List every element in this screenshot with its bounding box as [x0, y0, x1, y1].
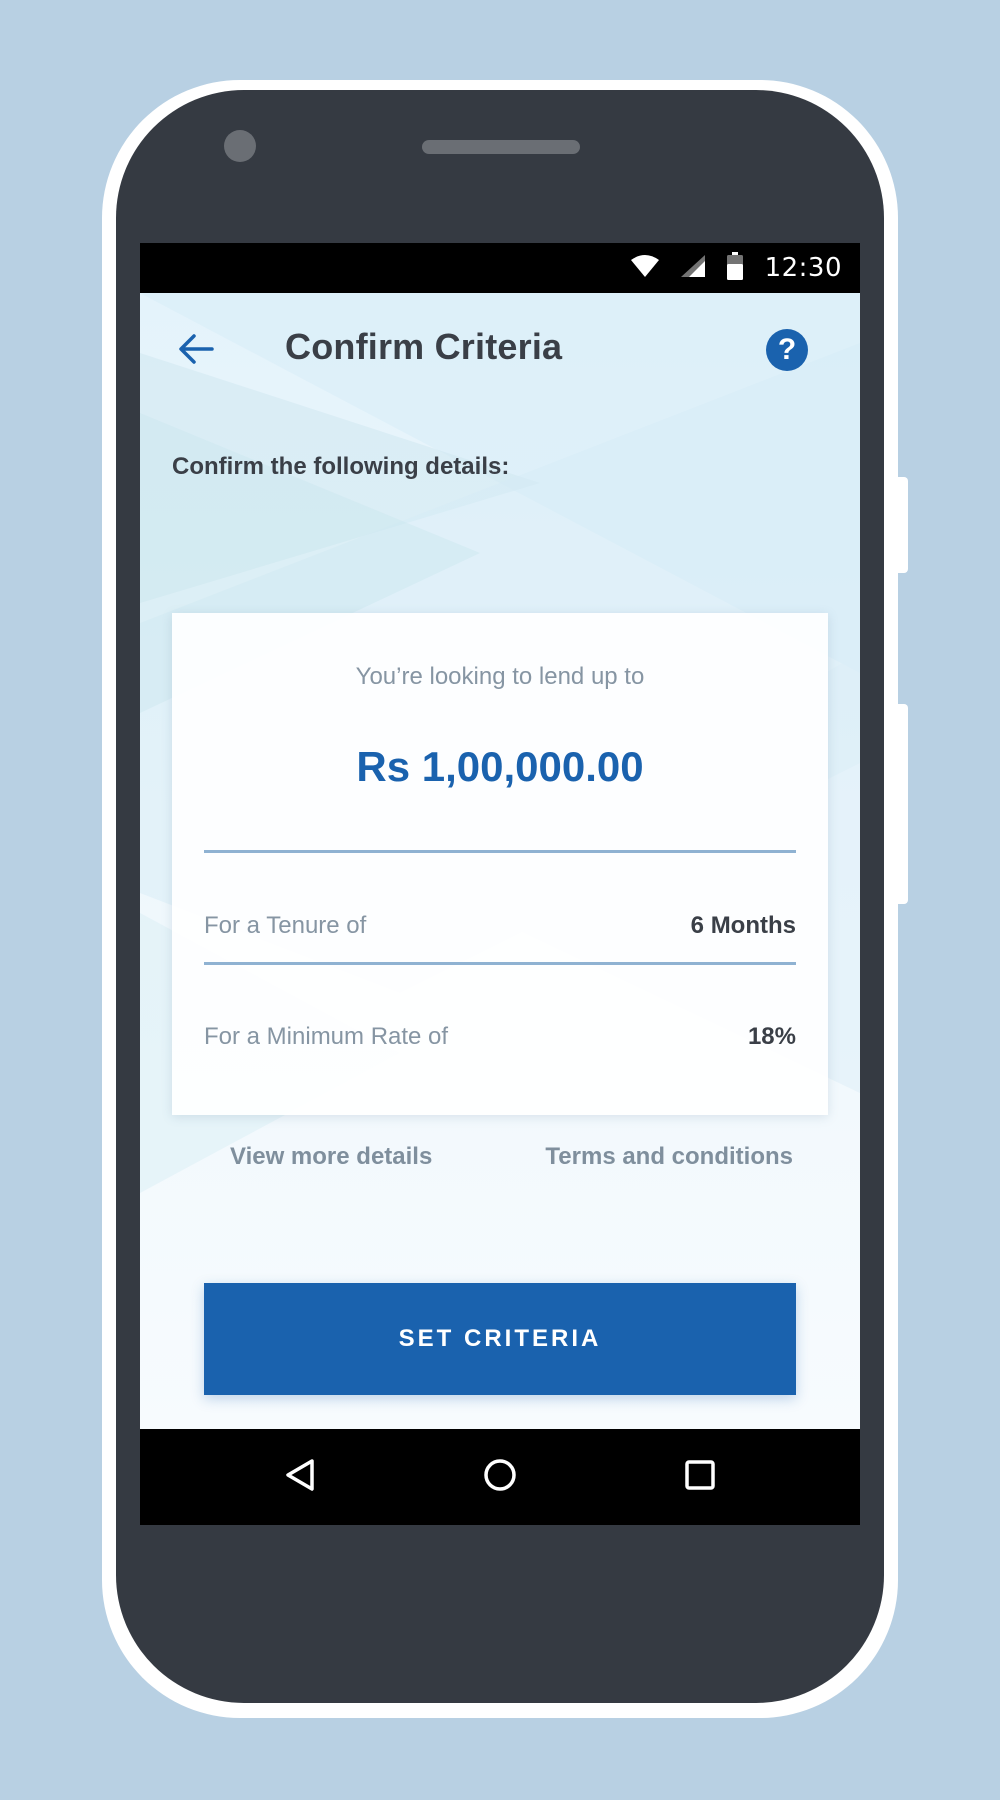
- tenure-value: 6 Months: [690, 912, 796, 939]
- status-time: 12:30: [764, 253, 842, 283]
- help-icon: ?: [777, 333, 797, 366]
- wifi-icon: [630, 254, 659, 282]
- confirm-criteria-screen: Confirm Criteria ? Confirm the following…: [140, 293, 860, 1429]
- terms-and-conditions-link[interactable]: Terms and conditions: [545, 1143, 793, 1171]
- home-circle-icon: [483, 1458, 517, 1497]
- phone-volume-button: [896, 477, 908, 573]
- criteria-summary-card: You’re looking to lend up to Rs 1,00,000…: [172, 613, 828, 1115]
- tenure-row: For a Tenure of 6 Months: [204, 906, 796, 946]
- back-triangle-icon: [284, 1458, 316, 1497]
- nav-home-button[interactable]: [476, 1453, 524, 1501]
- lend-amount: Rs 1,00,000.00: [356, 743, 644, 790]
- tenure-label: For a Tenure of: [204, 912, 367, 939]
- back-button[interactable]: [170, 325, 222, 377]
- app-bar: Confirm Criteria ?: [140, 293, 860, 409]
- set-criteria-button[interactable]: SET CRITERIA: [204, 1283, 796, 1395]
- instruction-text: Confirm the following details:: [172, 453, 510, 480]
- minimum-rate-value: 18%: [747, 1023, 796, 1050]
- minimum-rate-label: For a Minimum Rate of: [204, 1023, 449, 1050]
- device-screen: 12:30 Confirm Criteria ? Confirm the fol…: [140, 243, 860, 1525]
- signal-icon: [680, 254, 705, 282]
- card-divider: [204, 962, 796, 965]
- lend-lead-text: You’re looking to lend up to: [355, 663, 645, 690]
- help-button[interactable]: ?: [766, 329, 808, 371]
- battery-icon: [726, 251, 743, 285]
- page-title: Confirm Criteria: [285, 326, 563, 367]
- recents-square-icon: [684, 1459, 716, 1496]
- status-icons: 12:30: [630, 243, 842, 293]
- arrow-left-icon: [178, 333, 214, 369]
- nav-recents-button[interactable]: [676, 1453, 724, 1501]
- nav-back-button[interactable]: [276, 1453, 324, 1501]
- front-camera: [224, 130, 256, 162]
- status-bar: 12:30: [140, 243, 860, 293]
- phone-power-button: [896, 704, 908, 904]
- minimum-rate-row: For a Minimum Rate of 18%: [204, 1017, 796, 1057]
- view-more-details-link[interactable]: View more details: [230, 1143, 432, 1171]
- card-links: View more details Terms and conditions: [140, 1143, 860, 1183]
- system-navigation-bar: [140, 1429, 860, 1525]
- card-divider: [204, 850, 796, 853]
- earpiece-speaker: [422, 140, 580, 154]
